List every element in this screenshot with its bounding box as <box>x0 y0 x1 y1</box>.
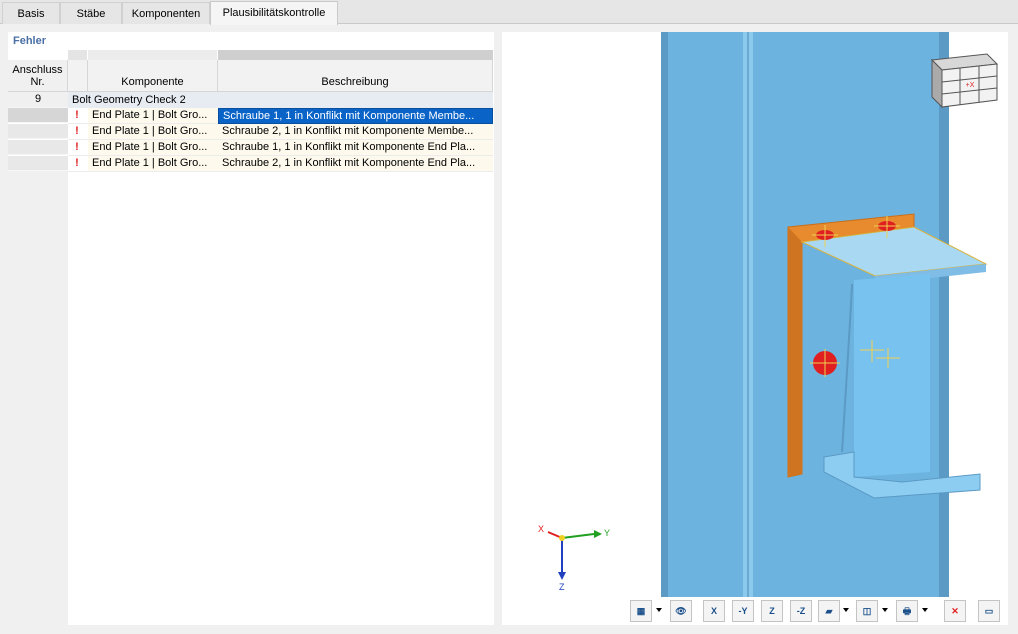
error-icon: ! <box>75 141 79 153</box>
end-plate-side <box>788 227 802 477</box>
column-header-komponente[interactable]: Komponente <box>88 60 218 92</box>
dropdown-arrow-icon[interactable] <box>656 608 662 612</box>
beschreibung-cell[interactable]: Schraube 2, 1 in Konflikt mit Komponente… <box>218 124 493 140</box>
table-row[interactable]: ! End Plate 1 | Bolt Gro... Schraube 2, … <box>68 124 493 140</box>
komponente-cell[interactable]: End Plate 1 | Bolt Gro... <box>88 156 218 172</box>
errors-panel: Fehler Anschluss Nr. Komponente Beschrei… <box>8 32 494 625</box>
export-button[interactable]: ▭ <box>978 600 1000 622</box>
error-icon: ! <box>75 109 79 121</box>
errors-title: Fehler <box>13 35 47 47</box>
error-icon: ! <box>75 125 79 137</box>
header-strip <box>218 50 493 60</box>
column-flange-edge-right <box>939 32 949 597</box>
error-icon-cell: ! <box>68 108 88 124</box>
row-header[interactable] <box>8 124 68 139</box>
dropdown-arrow-icon[interactable] <box>922 608 928 612</box>
header-strip <box>88 50 217 60</box>
beschreibung-cell[interactable]: Schraube 1, 1 in Konflikt mit Komponente… <box>218 108 493 124</box>
axis-x-label: X <box>538 524 544 534</box>
table-row[interactable]: ! End Plate 1 | Bolt Gro... Schraube 2, … <box>68 156 493 172</box>
error-icon-cell: ! <box>68 140 88 156</box>
print-button[interactable]: 🖶 <box>896 600 918 622</box>
tab-staebe[interactable]: Stäbe <box>60 2 122 24</box>
view-z-button[interactable]: Z <box>761 600 783 622</box>
row-header[interactable] <box>8 140 68 155</box>
section-button[interactable]: ▰ <box>818 600 840 622</box>
tab-bar: Basis Stäbe Komponenten Plausibilitätsko… <box>0 0 1018 25</box>
axis-triad: X Y Z <box>538 524 610 592</box>
axis-y-label: Y <box>604 528 610 538</box>
tab-komponenten[interactable]: Komponenten <box>122 2 210 24</box>
header-strip <box>68 50 87 60</box>
column-flange-edge <box>661 32 668 597</box>
column-header-anschluss[interactable]: Anschluss Nr. <box>8 60 68 92</box>
komponente-cell[interactable]: End Plate 1 | Bolt Gro... <box>88 140 218 156</box>
connection-model[interactable]: +X X Y Z <box>502 32 1008 625</box>
error-icon-cell: ! <box>68 124 88 140</box>
svg-text:+X: +X <box>966 82 975 89</box>
model-3d-view[interactable]: +X X Y Z <box>502 32 1008 625</box>
column-header-beschreibung[interactable]: Beschreibung <box>218 60 493 92</box>
komponente-cell[interactable]: End Plate 1 | Bolt Gro... <box>88 108 218 124</box>
row-header[interactable] <box>8 156 68 171</box>
table-row[interactable]: ! End Plate 1 | Bolt Gro... Schraube 1, … <box>68 108 493 124</box>
komponente-cell[interactable]: End Plate 1 | Bolt Gro... <box>88 124 218 140</box>
error-icon: ! <box>75 157 79 169</box>
row-header[interactable] <box>8 108 68 123</box>
beam-web[interactable] <box>854 274 930 477</box>
tab-basis[interactable]: Basis <box>2 2 60 24</box>
visibility-button[interactable]: 👁 <box>670 600 692 622</box>
render-mode-button[interactable]: ◫ <box>856 600 878 622</box>
view-neg-y-button[interactable]: -Y <box>732 600 754 622</box>
reset-zoom-button[interactable]: ✕ <box>944 600 966 622</box>
view-x-button[interactable]: X <box>703 600 725 622</box>
row-number: 9 <box>8 92 68 108</box>
dropdown-arrow-icon[interactable] <box>882 608 888 612</box>
axis-z-label: Z <box>559 582 565 592</box>
dropdown-arrow-icon[interactable] <box>843 608 849 612</box>
display-options-button[interactable]: ▦ <box>630 600 652 622</box>
error-icon-cell: ! <box>68 156 88 172</box>
group-row[interactable]: Bolt Geometry Check 2 <box>68 92 493 108</box>
column-header-icon <box>68 60 88 92</box>
tab-plausibilitaetskontrolle[interactable]: Plausibilitätskontrolle <box>210 1 338 25</box>
beschreibung-cell[interactable]: Schraube 2, 1 in Konflikt mit Komponente… <box>218 156 493 172</box>
view-neg-z-button[interactable]: -Z <box>790 600 812 622</box>
row-header-filler <box>8 171 68 625</box>
beschreibung-cell[interactable]: Schraube 1, 1 in Konflikt mit Komponente… <box>218 140 493 156</box>
table-row[interactable]: ! End Plate 1 | Bolt Gro... Schraube 1, … <box>68 140 493 156</box>
view-cube[interactable]: +X <box>930 53 999 109</box>
